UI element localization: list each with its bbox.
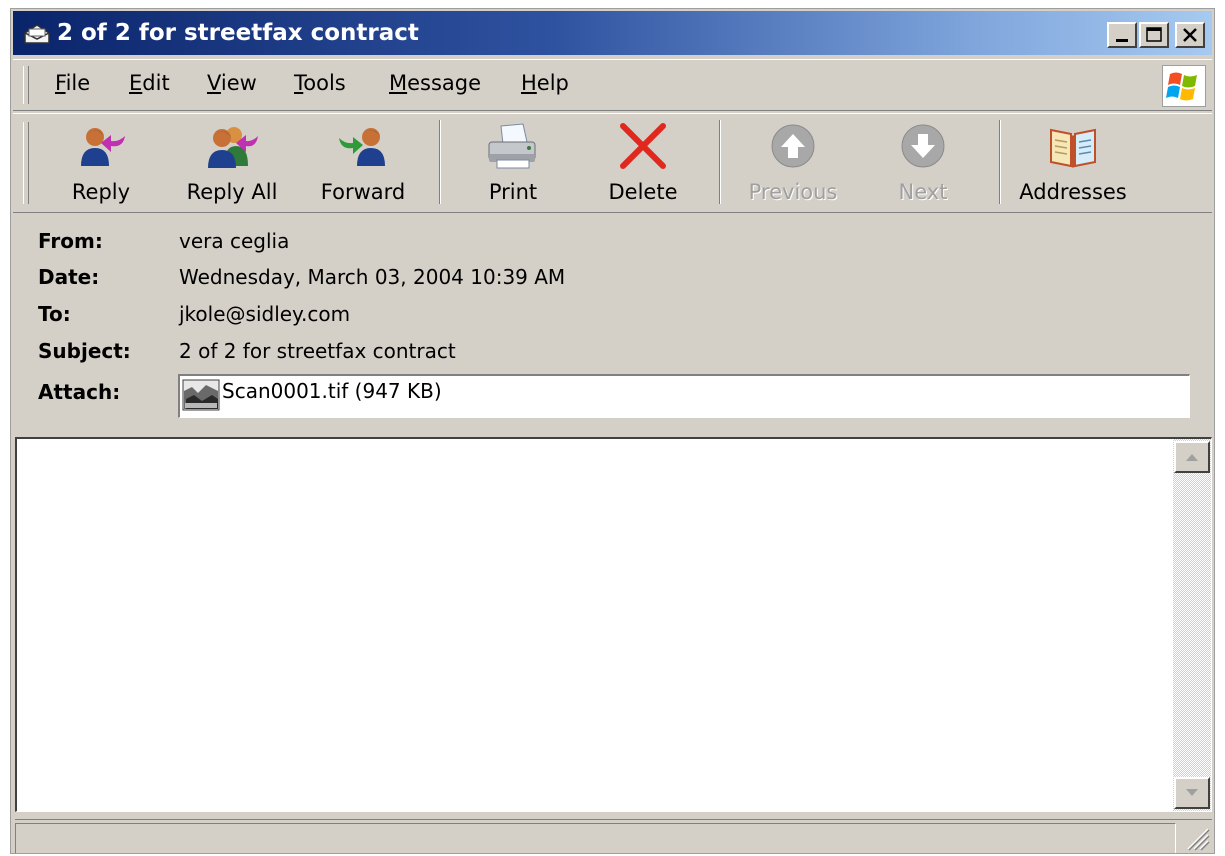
printer-icon: [488, 123, 536, 169]
message-window: 2 of 2 for streetfax contract File Edit …: [10, 8, 1215, 854]
maximize-button[interactable]: [1139, 22, 1169, 48]
title-bar[interactable]: 2 of 2 for streetfax contract: [13, 11, 1212, 55]
attach-label: Attach:: [38, 380, 121, 404]
reply-button[interactable]: Reply: [55, 118, 147, 206]
toolbar-separator: [999, 120, 1001, 204]
scroll-up-arrow-icon: [1186, 454, 1198, 461]
close-icon: [1183, 28, 1197, 42]
subject-label: Subject:: [38, 339, 131, 363]
attachment-name[interactable]: Scan0001.tif (947 KB): [222, 379, 442, 403]
from-label: From:: [38, 229, 103, 253]
scroll-down-button[interactable]: [1174, 777, 1210, 809]
subject-value: 2 of 2 for streetfax contract: [179, 339, 456, 363]
menu-bar: File Edit View Tools Message Help: [13, 59, 1212, 111]
forward-button[interactable]: Forward: [313, 118, 413, 206]
reply-all-button[interactable]: Reply All: [177, 118, 287, 206]
envelope-icon: [24, 24, 50, 44]
forward-icon: [339, 128, 385, 166]
resize-grip-icon[interactable]: [1182, 823, 1210, 851]
status-pane: [15, 823, 1176, 853]
menu-help[interactable]: Help: [521, 71, 569, 95]
delete-x-icon: [620, 123, 666, 169]
reply-all-icon: [208, 127, 258, 168]
down-arrow-icon: [901, 124, 945, 168]
message-body[interactable]: [15, 437, 1212, 812]
up-arrow-icon: [771, 124, 815, 168]
close-button[interactable]: [1175, 22, 1205, 48]
maximize-icon: [1146, 27, 1162, 42]
scroll-down-arrow-icon: [1186, 789, 1198, 796]
minimize-button[interactable]: [1107, 22, 1137, 48]
print-button[interactable]: Print: [473, 118, 553, 206]
reply-icon: [81, 128, 125, 166]
previous-button[interactable]: Previous: [741, 118, 845, 206]
status-bar: [15, 819, 1212, 853]
vertical-scrollbar[interactable]: [1173, 439, 1211, 811]
delete-button[interactable]: Delete: [597, 118, 689, 206]
to-value: jkole@sidley.com: [179, 302, 351, 326]
scroll-up-button[interactable]: [1174, 441, 1210, 473]
minimize-icon: [1116, 39, 1128, 42]
windows-logo: [1162, 65, 1206, 107]
tif-image-icon: [182, 379, 220, 411]
menu-message[interactable]: Message: [389, 71, 481, 95]
date-value: Wednesday, March 03, 2004 10:39 AM: [179, 265, 566, 289]
address-book-icon: [1050, 128, 1096, 168]
toolbar-separator: [439, 120, 441, 204]
date-label: Date:: [38, 265, 100, 289]
to-label: To:: [38, 302, 71, 326]
attachment-field[interactable]: Scan0001.tif (947 KB): [178, 374, 1190, 418]
from-value: vera ceglia: [179, 229, 290, 253]
menu-file[interactable]: File: [55, 71, 90, 95]
toolbar-separator: [719, 120, 721, 204]
menu-tools[interactable]: Tools: [294, 71, 346, 95]
toolbar: Reply Reply All Forward Print Delete Pre…: [13, 113, 1212, 213]
windows-flag-icon: [1166, 72, 1197, 101]
window-title: 2 of 2 for streetfax contract: [57, 20, 419, 46]
toolbar-grip[interactable]: [23, 122, 29, 204]
addresses-button[interactable]: Addresses: [1013, 118, 1133, 206]
menu-edit[interactable]: Edit: [129, 71, 170, 95]
menu-grip[interactable]: [23, 66, 29, 104]
next-button[interactable]: Next: [883, 118, 963, 206]
menu-view[interactable]: View: [207, 71, 257, 95]
